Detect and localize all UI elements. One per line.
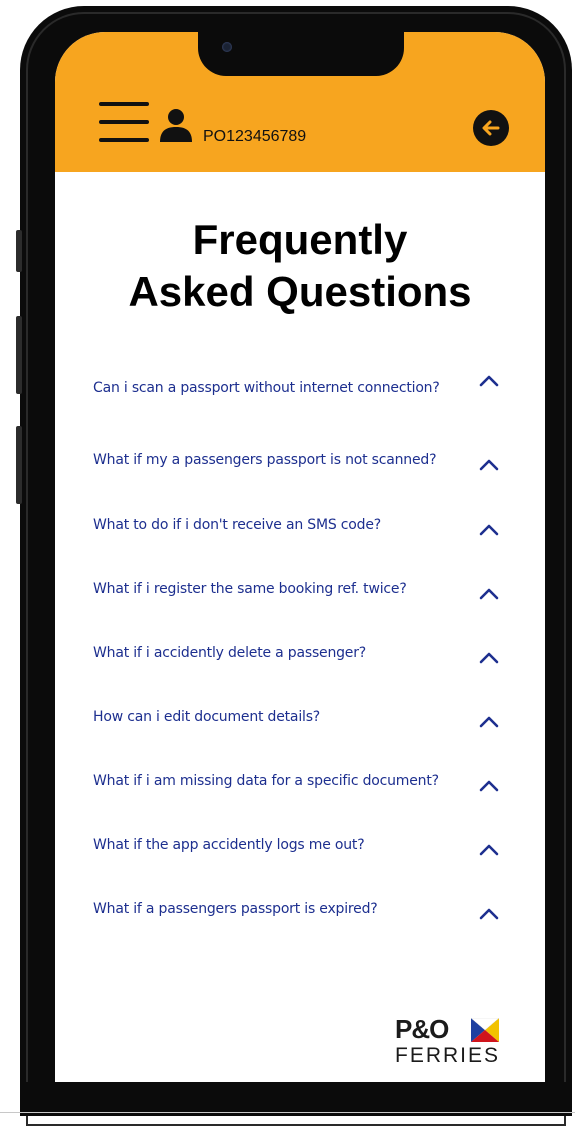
chevron-up-icon[interactable] <box>479 843 499 857</box>
faq-question: What if i am missing data for a specific… <box>93 773 439 789</box>
faq-question: What if i accidently delete a passenger? <box>93 645 367 661</box>
divider <box>0 1112 575 1113</box>
chevron-up-icon[interactable] <box>479 374 499 388</box>
faq-item[interactable]: What if the app accidently logs me out? <box>93 827 505 867</box>
flag-icon <box>471 1018 499 1042</box>
phone-bottom <box>20 1082 572 1116</box>
camera-icon <box>222 42 232 52</box>
chevron-up-icon[interactable] <box>479 715 499 729</box>
page-title-line2: Asked Questions <box>128 268 472 315</box>
chevron-up-icon[interactable] <box>479 779 499 793</box>
user-icon <box>160 109 192 142</box>
chevron-up-icon[interactable] <box>479 458 499 472</box>
faq-item[interactable]: What if a passengers passport is expired… <box>93 891 505 931</box>
chevron-up-icon[interactable] <box>479 907 499 921</box>
faq-question: What if i register the same booking ref.… <box>93 581 407 597</box>
faq-question: How can i edit document details? <box>93 709 321 725</box>
page-title-line1: Frequently <box>192 216 408 263</box>
faq-item[interactable]: What if i accidently delete a passenger? <box>93 635 505 675</box>
faq-item[interactable]: What if i am missing data for a specific… <box>93 763 505 803</box>
app-screen: PO123456789 Frequently Asked Questions C… <box>55 32 545 1082</box>
faq-question: What if my a passengers passport is not … <box>93 452 437 468</box>
account-id: PO123456789 <box>203 128 307 145</box>
brand-logo: P&O FERRIES <box>395 1014 507 1072</box>
phone-side-button <box>16 230 22 272</box>
faq-question: What if the app accidently logs me out? <box>93 837 365 853</box>
faq-item[interactable]: What if my a passengers passport is not … <box>93 442 505 482</box>
chevron-up-icon[interactable] <box>479 587 499 601</box>
phone-side-button <box>16 316 22 394</box>
hamburger-menu-icon[interactable] <box>99 102 149 142</box>
phone-side-button <box>16 426 22 504</box>
arrow-left-circle-icon[interactable] <box>473 110 509 146</box>
logo-text-top: P&O <box>395 1014 449 1044</box>
phone-notch <box>198 32 404 76</box>
chevron-up-icon[interactable] <box>479 523 499 537</box>
chevron-up-icon[interactable] <box>479 651 499 665</box>
faq-question: Can i scan a passport without internet c… <box>93 380 440 396</box>
faq-item[interactable]: How can i edit document details? <box>93 699 505 739</box>
faq-question: What to do if i don't receive an SMS cod… <box>93 517 381 533</box>
faq-item[interactable]: What if i register the same booking ref.… <box>93 571 505 611</box>
faq-item[interactable]: What to do if i don't receive an SMS cod… <box>93 507 505 547</box>
faq-item[interactable]: Can i scan a passport without internet c… <box>93 370 505 410</box>
faq-question: What if a passengers passport is expired… <box>93 901 378 917</box>
logo-text-bottom: FERRIES <box>395 1044 501 1067</box>
page-title: Frequently Asked Questions <box>55 214 545 318</box>
